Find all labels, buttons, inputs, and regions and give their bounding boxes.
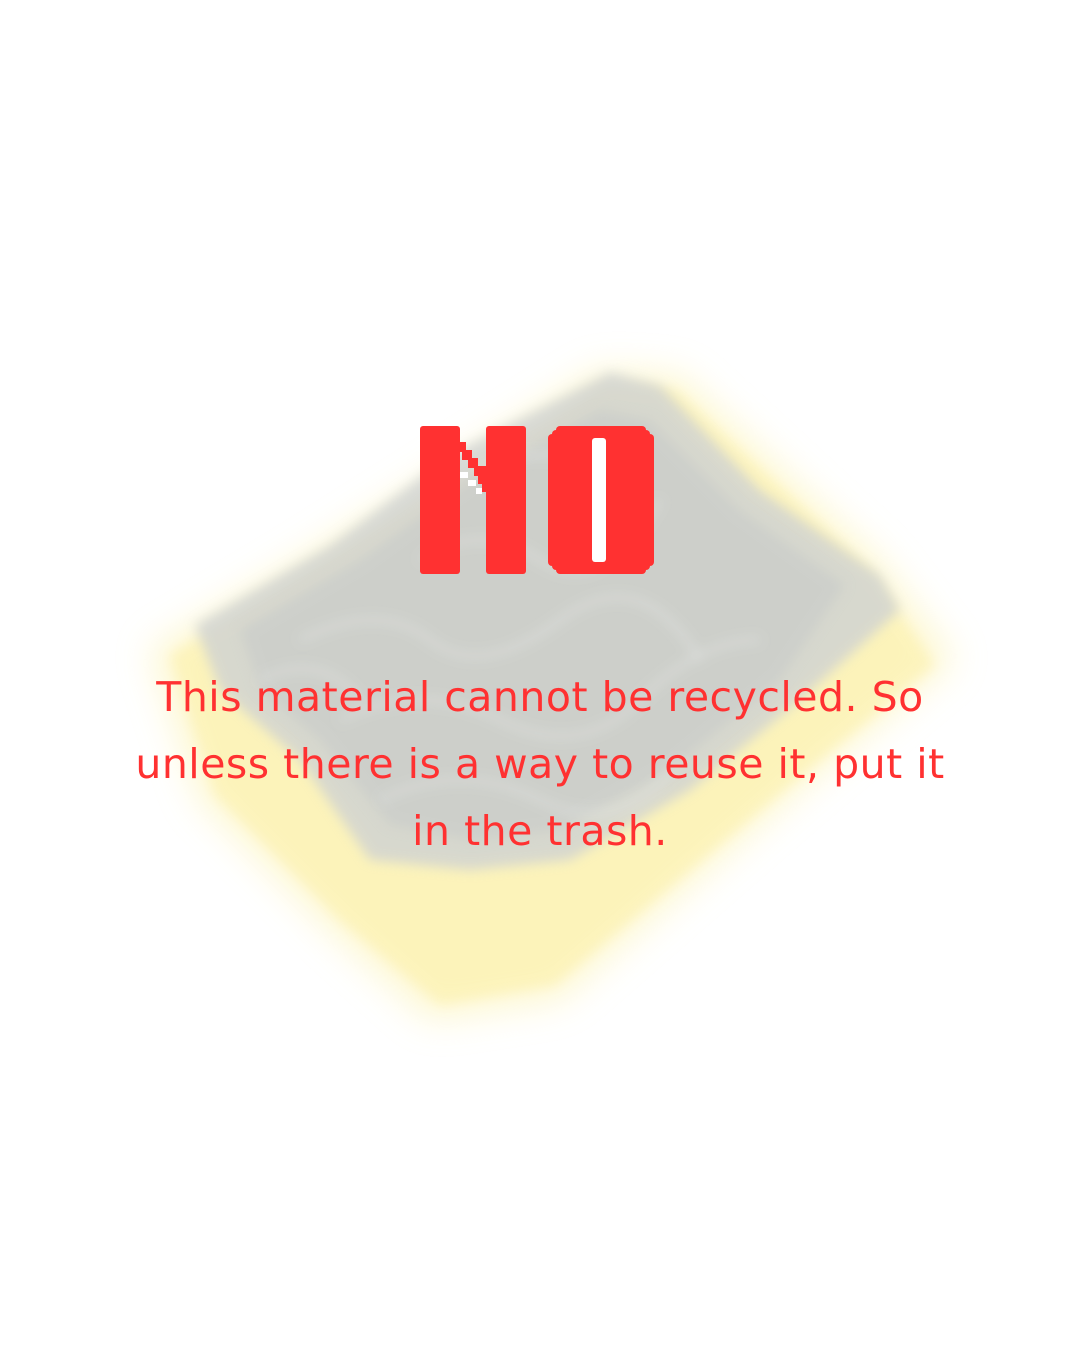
poster: NO bbox=[0, 0, 1080, 1350]
no-pixel-lettering bbox=[420, 426, 654, 574]
headline: NO bbox=[0, 420, 1080, 580]
disposal-message: This material cannot be recycled. So unl… bbox=[135, 673, 945, 855]
